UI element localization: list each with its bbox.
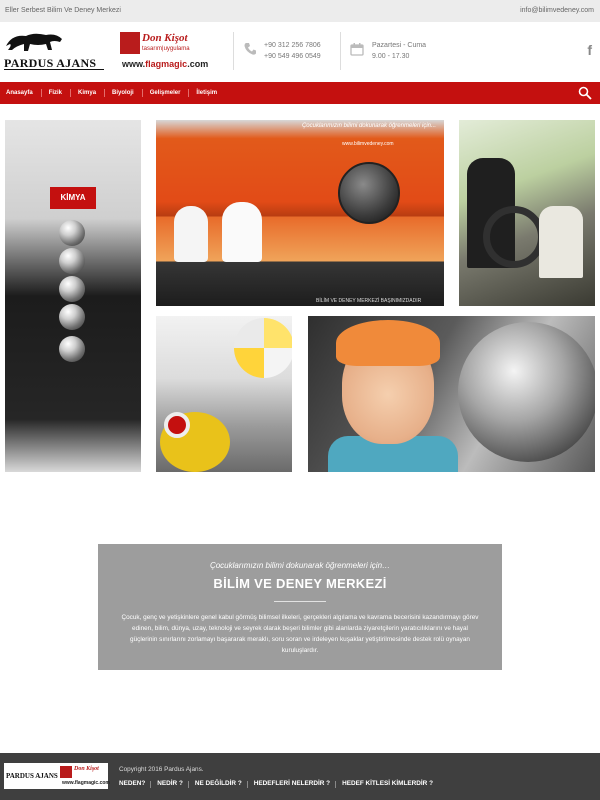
nav-item-iletisim[interactable]: İletişim	[188, 82, 227, 104]
donkisot-logo[interactable]: Don Kişot tasarım|uygulama www.flagmagic…	[120, 30, 215, 70]
phone-numbers: +90 312 256 7806 +90 549 496 0549	[264, 40, 321, 62]
poster-footer-text: BİLİM VE DENEY MERKEZİ BAŞINIMIZDADIR	[316, 298, 422, 304]
footer-link-neden[interactable]: NEDEN?	[113, 780, 151, 787]
pendulum-ball-image	[59, 304, 85, 330]
promo-lead: Çocuklarımızın bilimi dokunarak öğrenmel…	[209, 561, 391, 570]
nav-item-biyoloji[interactable]: Biyoloji	[104, 82, 144, 104]
footer-link-ne-degildir[interactable]: NE DEĞİLDİR ?	[187, 780, 248, 788]
pendulum-ball-image	[59, 336, 85, 362]
playground-photo-tile[interactable]	[156, 316, 292, 472]
nav-item-kimya[interactable]: Kimya	[70, 82, 106, 104]
donkisot-logo-url: www.flagmagic.com	[122, 59, 209, 69]
pendulum-ball-image	[59, 276, 85, 302]
pendulum-ball-image	[59, 220, 85, 246]
working-time: 9.00 - 17.30	[372, 53, 410, 60]
phone-icon	[244, 43, 256, 55]
nav-item-gelismeler[interactable]: Gelişmeler	[141, 82, 191, 104]
promo-title: BİLİM VE DENEY MERKEZİ	[213, 576, 387, 591]
beach-ball-image	[234, 318, 292, 378]
footer-links: NEDEN? NEDİR ? NE DEĞİLDİR ? HEDEFLERİ N…	[113, 780, 439, 788]
working-days: Pazartesi - Cuma	[372, 42, 427, 49]
main-navigation: Anasayfa Fizik Kimya Biyoloji Gelişmeler…	[0, 82, 600, 104]
promo-divider	[274, 601, 326, 602]
phone-number-2[interactable]: +90 549 496 0549	[264, 51, 321, 62]
donkisot-logo-name: Don Kişot	[142, 32, 188, 44]
site-header: PARDUS AJANS Don Kişot tasarım|uygulama …	[0, 22, 600, 82]
footer-logos[interactable]: PARDUS AJANS Don Kişot www.flagmagic.com	[4, 763, 110, 789]
calendar-icon	[350, 43, 364, 56]
contact-email-link[interactable]: info@bilimvedeney.com	[520, 7, 594, 14]
nav-item-fizik[interactable]: Fizik	[40, 82, 72, 104]
header-divider	[340, 32, 341, 70]
footer-logo-url: www.flagmagic.com	[62, 780, 110, 786]
logo-divider	[4, 69, 104, 70]
science-center-poster-tile[interactable]: Çocuklarımızın bilimi dokunarak öğrenmel…	[156, 120, 444, 306]
panther-icon	[6, 33, 62, 51]
kimya-category-tile[interactable]: KİMYA	[5, 120, 141, 472]
header-divider	[233, 32, 234, 70]
site-footer: PARDUS AJANS Don Kişot www.flagmagic.com…	[0, 753, 600, 800]
nav-item-anasayfa[interactable]: Anasayfa	[0, 82, 43, 104]
poster-caption: Çocuklarımızın bilimi dokunarak öğrenmel…	[301, 123, 436, 129]
globe-image	[338, 162, 400, 224]
search-icon[interactable]	[578, 86, 592, 100]
child-scientist-image	[222, 202, 262, 262]
red-ring-image	[164, 412, 190, 438]
plasma-sphere-image	[458, 322, 595, 462]
working-hours: Pazartesi - Cuma 9.00 - 17.30	[372, 40, 426, 62]
about-promo-box: Çocuklarımızın bilimi dokunarak öğrenmel…	[98, 544, 502, 670]
kimya-badge: KİMYA	[50, 187, 96, 209]
footer-donkisot-logo: Don Kişot	[74, 766, 99, 772]
child-scientist-image	[174, 206, 208, 262]
pardus-ajans-logo[interactable]: PARDUS AJANS	[4, 30, 106, 70]
plasma-ball-photo-tile[interactable]	[308, 316, 595, 472]
footer-link-hedefleri[interactable]: HEDEFLERİ NELERDİR ?	[246, 780, 336, 788]
gyroscope-photo-tile[interactable]	[459, 120, 595, 306]
donkisot-mark-icon	[120, 32, 140, 54]
footer-link-nedir[interactable]: NEDİR ?	[150, 780, 189, 788]
copyright-text: Copyright 2016 Pardus Ajans.	[119, 766, 204, 773]
top-info-bar: Eller Serbest Bilim Ve Deney Merkezi inf…	[0, 0, 600, 22]
poster-site-url: www.bilimvedeney.com	[342, 141, 394, 147]
child-figure-image	[539, 206, 583, 278]
site-tagline: Eller Serbest Bilim Ve Deney Merkezi	[5, 7, 121, 14]
footer-link-hedef-kitlesi[interactable]: HEDEF KİTLESİ KİMLERDİR ?	[335, 780, 439, 788]
footer-pardus-logo: PARDUS AJANS	[6, 772, 58, 780]
wheel-image	[483, 206, 545, 268]
phone-number-1[interactable]: +90 312 256 7806	[264, 40, 321, 51]
facebook-icon[interactable]: f	[587, 42, 592, 58]
pendulum-ball-image	[59, 248, 85, 274]
donkisot-logo-sub: tasarım|uygulama	[142, 46, 190, 52]
promo-body-text: Çocuk, genç ve yetişkinlere genel kabul …	[121, 614, 479, 654]
footer-donkisot-mark-icon	[60, 766, 72, 778]
child-hair-image	[336, 320, 440, 366]
